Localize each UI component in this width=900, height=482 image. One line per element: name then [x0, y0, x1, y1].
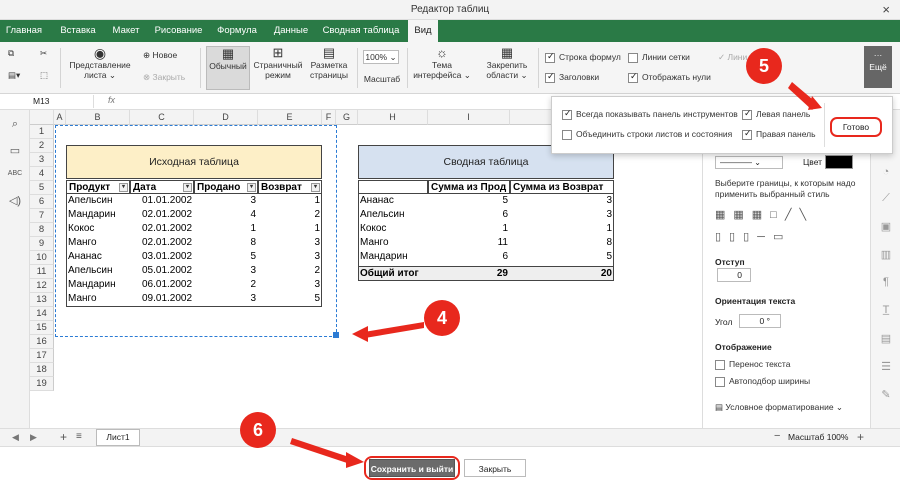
callout-5: 5	[746, 48, 782, 84]
callout-4: 4	[424, 300, 460, 336]
callout-6: 6	[240, 412, 276, 448]
